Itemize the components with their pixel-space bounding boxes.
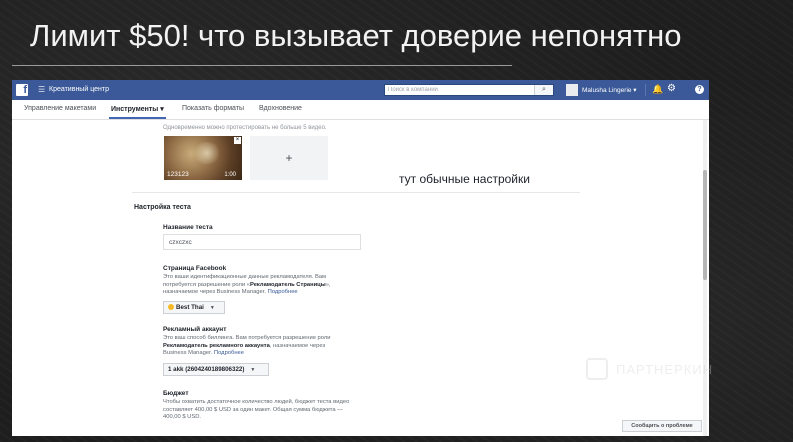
ad-account-label: Рекламный аккаунт <box>163 326 227 333</box>
budget-description: Чтобы охватить достаточное количество лю… <box>163 399 350 420</box>
video-thumbnail[interactable]: 123123 1:00 × <box>164 136 242 180</box>
bell-icon[interactable]: 🔔 <box>652 84 663 95</box>
ad-account-description: Это ваш способ биллинга. Вам потребуется… <box>163 335 331 356</box>
search-box: ⌕ <box>384 84 554 96</box>
page-icon <box>168 304 174 310</box>
budget-label: Бюджет <box>163 390 189 397</box>
ad-account-select[interactable]: 1 akk (2604240189806322) ▼ <box>163 363 269 376</box>
test-name-field[interactable]: czxczxc <box>163 234 361 250</box>
tab-manage-mockups[interactable]: Управление макетами <box>24 105 96 112</box>
top-bar: f ☰ Креативный центр ⌕ Malusha Lingerie … <box>12 80 709 100</box>
facebook-page-select[interactable]: Best Thai ▼ <box>163 301 225 314</box>
avatar[interactable] <box>566 84 578 96</box>
search-input[interactable] <box>385 85 541 95</box>
help-icon[interactable]: ? <box>695 85 704 94</box>
topbar-divider <box>645 84 646 96</box>
thumbnail-id: 123123 <box>167 171 189 178</box>
facebook-logo[interactable]: f <box>16 84 28 96</box>
nav-bar: Управление макетами Инструменты ▾ Показа… <box>12 100 709 120</box>
add-video-button[interactable]: + <box>250 136 328 180</box>
facebook-creative-hub-screenshot: f ☰ Креативный центр ⌕ Malusha Lingerie … <box>12 80 709 436</box>
test-settings-heading: Настройка теста <box>134 204 191 211</box>
facebook-page-label: Страница Facebook <box>163 265 227 272</box>
active-tab-indicator <box>109 117 166 119</box>
annotation-text: тут обычные настройки <box>399 172 530 186</box>
chevron-down-icon: ▼ <box>250 367 256 373</box>
slide-title: Лимит $50! что вызывает доверие непонятн… <box>30 18 682 53</box>
tab-inspiration[interactable]: Вдохновение <box>259 105 302 112</box>
tab-tools[interactable]: Инструменты ▾ <box>111 105 164 113</box>
section-divider <box>132 192 580 193</box>
app-title[interactable]: Креативный центр <box>49 86 109 93</box>
learn-more-link[interactable]: Подробнее <box>268 289 298 295</box>
video-limit-hint: Одновременно можно протестировать не бол… <box>163 125 327 131</box>
chevron-down-icon: ▼ <box>209 305 215 311</box>
learn-more-link[interactable]: Подробнее <box>214 350 244 356</box>
title-underline <box>12 65 512 66</box>
watermark-icon <box>586 358 608 380</box>
scrollbar-thumb[interactable] <box>703 170 707 280</box>
facebook-page-description: Это ваши идентификационные данные реклам… <box>163 274 331 295</box>
hamburger-icon[interactable]: ☰ <box>38 85 45 94</box>
thumbnail-duration: 1:00 <box>224 172 236 178</box>
account-switcher[interactable]: Malusha Lingerie ▾ <box>582 86 637 94</box>
report-problem-button[interactable]: Сообщить о проблеме <box>622 420 702 432</box>
search-icon[interactable]: ⌕ <box>534 85 553 95</box>
test-settings-panel: Одновременно можно протестировать не бол… <box>12 120 702 436</box>
thumbnail-food-image <box>192 142 222 164</box>
tab-show-formats[interactable]: Показать форматы <box>182 105 244 112</box>
close-icon[interactable]: × <box>234 137 241 144</box>
gear-icon[interactable]: ⚙ <box>667 83 676 94</box>
test-name-label: Название теста <box>163 224 213 231</box>
watermark-text: ПАРТНЕРКИН <box>616 362 714 377</box>
